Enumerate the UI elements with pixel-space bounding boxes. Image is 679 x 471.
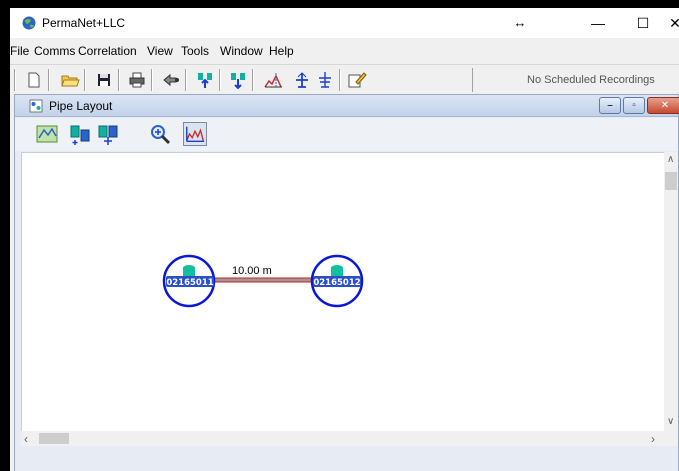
close-button[interactable]: ✕ [660,8,679,38]
toolbar-separator [48,69,50,91]
child-close-button[interactable]: ✕ [647,97,679,114]
pipe-layout-icon [29,99,43,113]
scroll-left-icon[interactable]: ‹ [24,432,28,446]
move-logger-icon[interactable] [96,122,120,146]
vertical-scroll-thumb[interactable] [665,172,677,190]
segment-length-label: 10.00 m [232,265,272,277]
window-title: PermaNet+LLC [42,16,126,30]
toolbar-separator [219,69,221,91]
antenna-icon[interactable] [292,70,312,90]
child-bottom-area [15,447,678,471]
app-window: PermaNet+LLC ↔ — ☐ ✕ File Comms Correlat… [10,8,679,471]
new-file-icon[interactable] [24,70,44,90]
scroll-right-icon[interactable]: › [651,432,655,446]
horizontal-scrollbar[interactable]: ‹ › [21,431,664,446]
pipe-layout-canvas[interactable]: 10.00 m 02165011 02165012 [21,152,664,431]
open-folder-icon[interactable] [60,70,80,90]
logger-node[interactable]: 02165011 [162,254,216,308]
download-logger-icon[interactable] [228,70,248,90]
pipe-layout-window: Pipe Layout – ▫ ✕ 10.00 m 02165011 02165… [14,94,679,471]
child-minimize-button[interactable]: – [599,97,621,114]
toolbar-separator [118,69,120,91]
scheduled-recordings-status: No Scheduled Recordings [527,74,655,86]
title-bar: PermaNet+LLC ↔ — ☐ ✕ [10,8,679,38]
toolbar-separator [14,69,16,91]
toolbar-separator [84,69,86,91]
menu-file[interactable]: File [10,44,29,58]
menu-bar: File Comms Correlation View Tools Window… [10,44,679,62]
minimize-button[interactable]: — [575,8,621,38]
child-restore-icon: ▫ [632,100,636,111]
correlation-chart-icon[interactable] [263,70,283,90]
resize-grip-icon[interactable] [664,431,678,446]
save-disk-icon[interactable] [94,70,114,90]
toolbar-separator [185,69,187,91]
menu-view[interactable]: View [147,44,173,58]
menu-comms[interactable]: Comms [34,44,75,58]
toolbar-separator [339,69,341,91]
node-id-label: 02165012 [313,278,360,288]
comms-plug-icon[interactable] [161,70,181,90]
toolbar-separator [252,69,254,91]
scroll-up-icon[interactable]: ∧ [667,154,674,165]
antenna-grid-icon[interactable] [315,70,335,90]
toolbar-separator [151,69,153,91]
logger-node[interactable]: 02165012 [310,254,364,308]
map-icon[interactable] [35,122,59,146]
child-title-bar: Pipe Layout – ▫ ✕ [15,95,679,117]
edit-note-icon[interactable] [347,70,367,90]
vertical-scrollbar[interactable]: ∧ ∨ [664,152,678,431]
main-toolbar: No Scheduled Recordings [10,64,679,94]
menu-help[interactable]: Help [269,44,294,58]
menu-window[interactable]: Window [220,44,263,58]
child-restore-button[interactable]: ▫ [623,97,645,114]
menu-tools[interactable]: Tools [181,44,209,58]
child-toolbar [15,118,678,151]
upload-logger-icon[interactable] [195,70,215,90]
status-pane: No Scheduled Recordings [472,68,677,92]
correlation-view-icon[interactable] [183,122,207,146]
child-minimize-icon: – [607,100,613,111]
horizontal-scroll-thumb[interactable] [39,433,69,444]
node-id-label: 02165011 [166,278,213,288]
add-logger-icon[interactable] [68,122,92,146]
zoom-icon[interactable] [148,122,172,146]
scroll-down-icon[interactable]: ∨ [667,416,674,427]
resize-icon[interactable]: ↔ [500,8,540,38]
app-globe-icon [22,16,36,30]
menu-correlation[interactable]: Correlation [78,44,137,58]
pipe-segment[interactable]: 10.00 m [215,265,312,283]
child-window-title: Pipe Layout [49,99,113,113]
pipe-layout-drawing: 10.00 m 02165011 02165012 [162,254,364,308]
print-icon[interactable] [127,70,147,90]
child-close-icon: ✕ [660,100,670,111]
